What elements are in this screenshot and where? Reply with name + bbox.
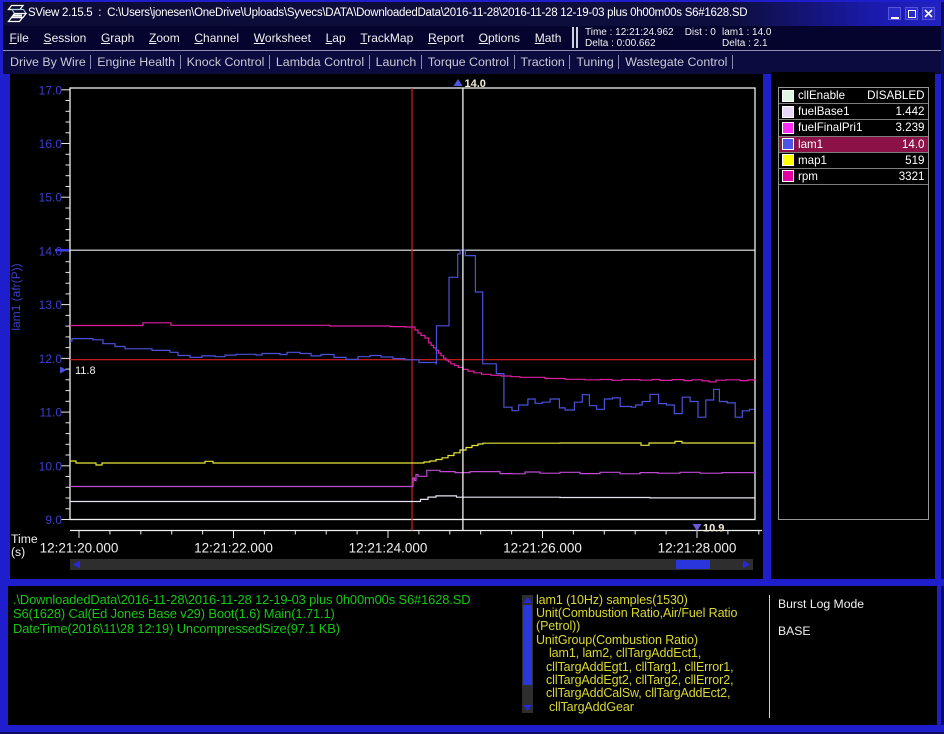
svg-text:9.0: 9.0 <box>45 513 62 527</box>
svg-text:12:21:28.000: 12:21:28.000 <box>658 541 737 556</box>
svg-text:15.0: 15.0 <box>39 191 63 205</box>
svg-text:16.0: 16.0 <box>39 137 63 151</box>
svg-text:12.0: 12.0 <box>39 352 63 366</box>
svg-text:lam1 (afr(P)): lam1 (afr(P)) <box>9 263 23 330</box>
svg-text:14.0: 14.0 <box>465 78 486 90</box>
svg-text:12:21:20.000: 12:21:20.000 <box>40 541 119 556</box>
svg-text:12:21:24.000: 12:21:24.000 <box>349 541 428 556</box>
svg-text:12:21:26.000: 12:21:26.000 <box>503 541 582 556</box>
svg-text:10.9: 10.9 <box>703 523 724 535</box>
svg-text:11.0: 11.0 <box>40 406 63 420</box>
svg-text:12:21:22.000: 12:21:22.000 <box>194 541 273 556</box>
svg-text:13.0: 13.0 <box>39 298 63 312</box>
svg-text:10.0: 10.0 <box>39 459 63 473</box>
svg-text:11.8: 11.8 <box>75 365 96 377</box>
svg-text:17.0: 17.0 <box>39 83 63 97</box>
